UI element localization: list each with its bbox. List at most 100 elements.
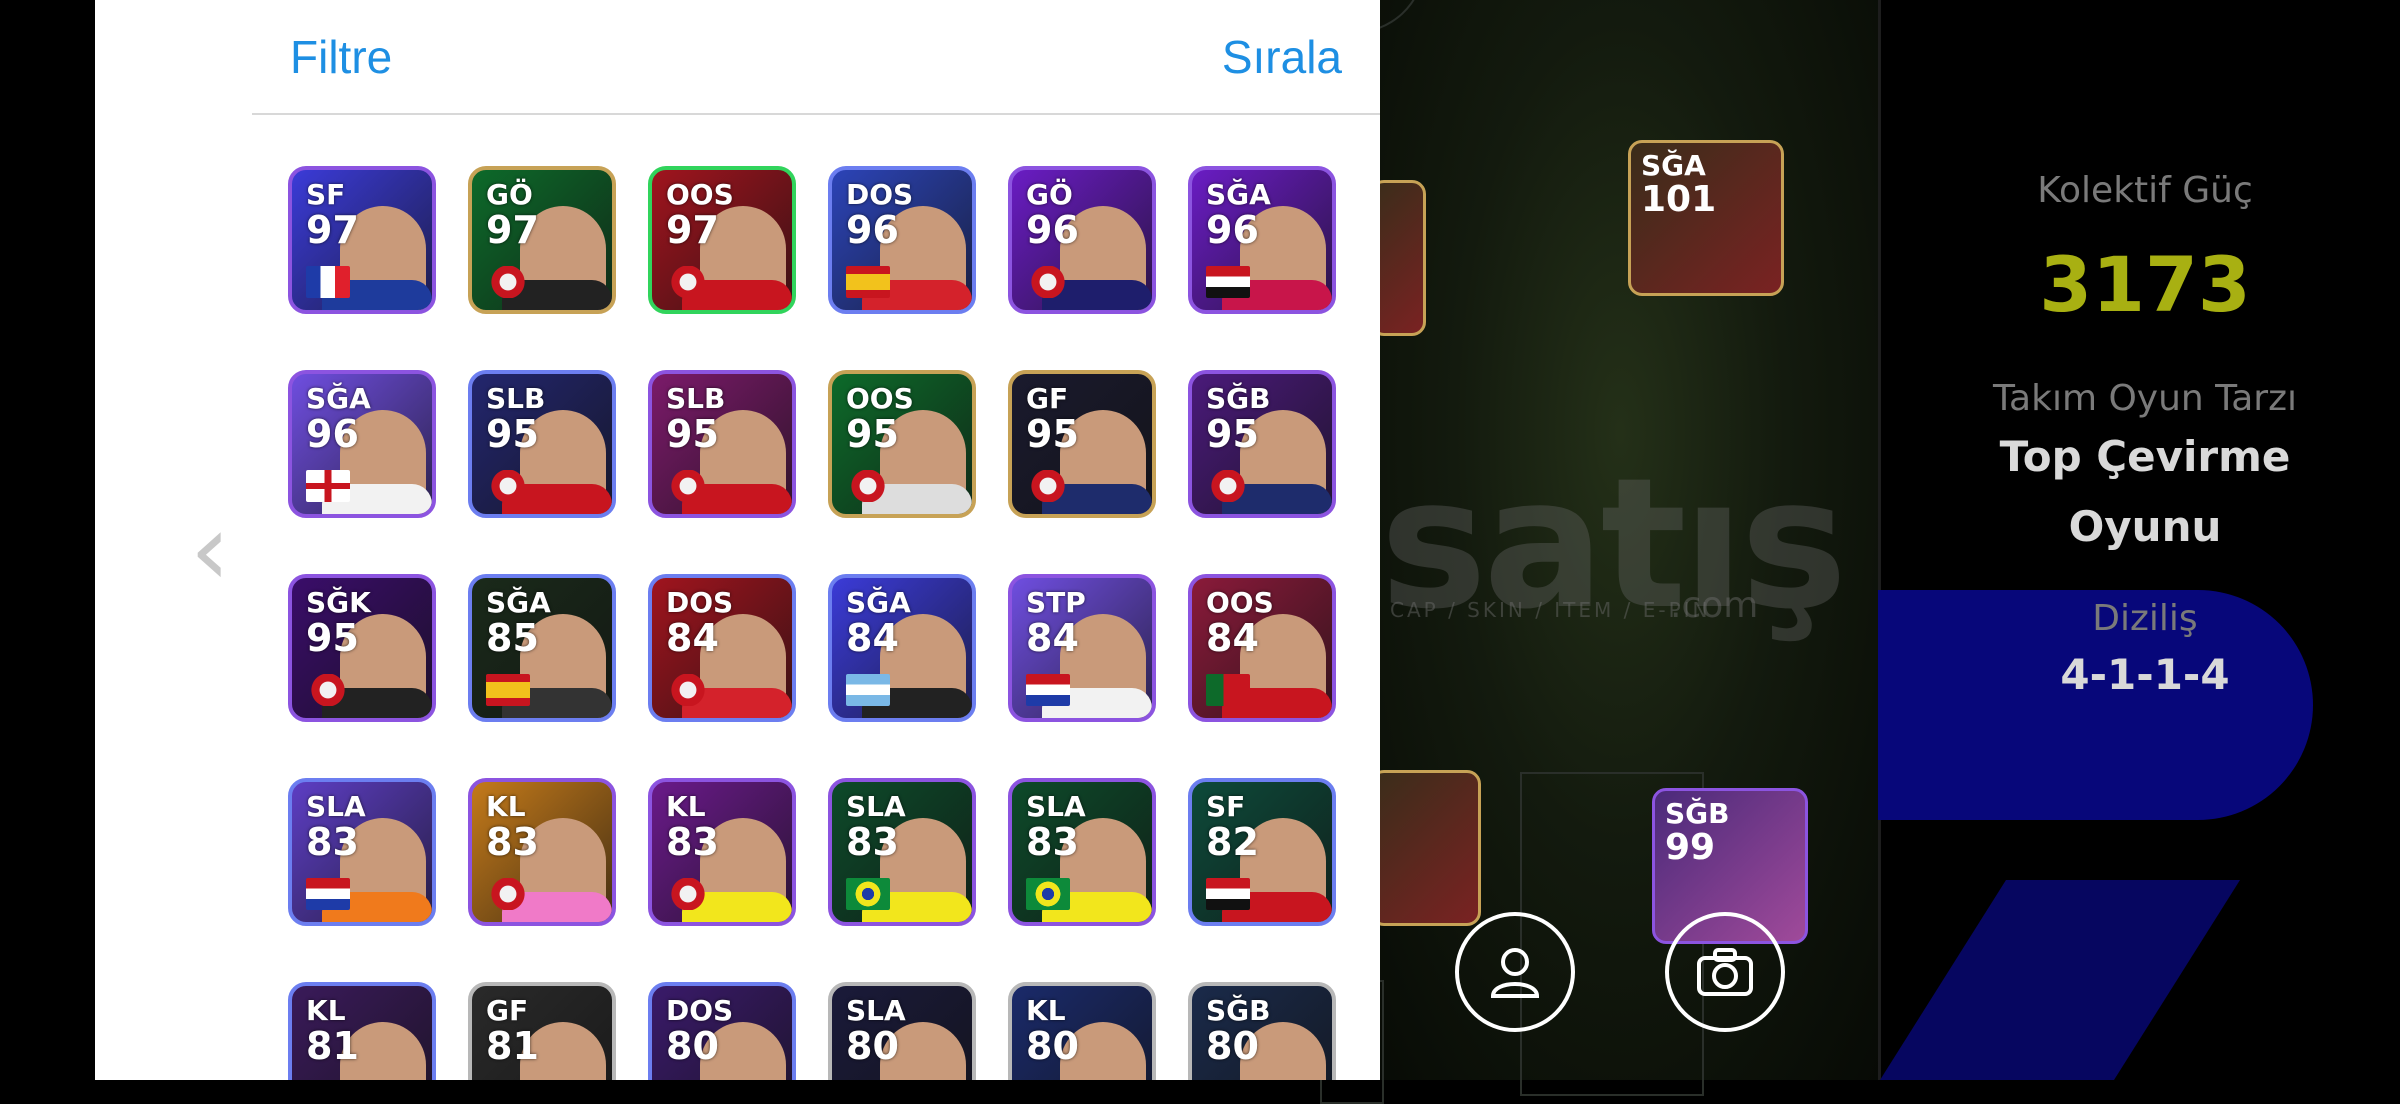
player-rating: 80 <box>1206 1024 1259 1068</box>
camera-button[interactable] <box>1665 912 1785 1032</box>
style-label: Takım Oyun Tarzı <box>1993 378 2297 419</box>
player-card[interactable]: KL 83 <box>468 778 616 926</box>
player-position: KL <box>1026 994 1066 1027</box>
player-card[interactable]: SLB 95 <box>468 370 616 518</box>
camera-icon <box>1697 948 1753 996</box>
player-position: GÖ <box>486 178 533 211</box>
player-card[interactable]: SĞA 85 <box>468 574 616 722</box>
player-card[interactable]: SLA 80 <box>828 982 976 1080</box>
country-flag-icon <box>1206 674 1250 706</box>
player-rating: 95 <box>1026 412 1079 456</box>
player-position: KL <box>486 790 526 823</box>
player-card[interactable]: DOS 80 <box>648 982 796 1080</box>
player-card[interactable]: GF 95 <box>1008 370 1156 518</box>
player-selection-sheet: Filtre Sırala SF 97 GÖ 97 OOS 97 DOS 96 GÖ 96 SĞA 9… <box>252 0 1380 1080</box>
player-card[interactable]: SĞB 95 <box>1188 370 1336 518</box>
player-card[interactable]: KL 83 <box>648 778 796 926</box>
profile-button[interactable] <box>1455 912 1575 1032</box>
player-card[interactable]: GF 81 <box>468 982 616 1080</box>
player-card[interactable]: SĞA 96 <box>1188 166 1336 314</box>
power-value: 3173 <box>2039 240 2251 329</box>
pitch-player-card[interactable]: SĞA 101 <box>1628 140 1784 296</box>
player-rating: 80 <box>666 1024 719 1068</box>
player-position: KL <box>306 994 346 1027</box>
player-position: SĞA <box>486 586 551 619</box>
player-card[interactable]: SF 97 <box>288 166 436 314</box>
country-flag-icon <box>486 674 530 706</box>
player-position: STP <box>1026 586 1086 619</box>
player-position: KL <box>666 790 706 823</box>
club-crest-icon <box>486 266 530 298</box>
country-flag-icon <box>1206 266 1250 298</box>
filter-button[interactable]: Filtre <box>290 30 392 84</box>
player-position: SLA <box>846 790 906 823</box>
country-flag-icon <box>306 266 350 298</box>
player-card[interactable]: KL 80 <box>1008 982 1156 1080</box>
player-position: DOS <box>666 586 734 619</box>
player-rating: 81 <box>306 1024 359 1068</box>
player-rating: 96 <box>846 208 899 252</box>
player-card[interactable]: GÖ 96 <box>1008 166 1156 314</box>
person-icon <box>1490 948 1540 998</box>
player-position: SF <box>1206 790 1246 823</box>
club-crest-icon <box>666 266 710 298</box>
player-position: SĞA <box>306 382 371 415</box>
watermark-subtitle: CAP / SKIN / ITEM / E-PIN <box>1390 598 1711 622</box>
country-flag-icon <box>306 878 350 910</box>
player-card[interactable]: SĞB 80 <box>1188 982 1336 1080</box>
player-rating: 97 <box>666 208 719 252</box>
sort-button[interactable]: Sırala <box>1222 30 1342 84</box>
player-position: SĞB <box>1206 382 1271 415</box>
player-card[interactable]: SLA 83 <box>1008 778 1156 926</box>
country-flag-icon <box>306 470 350 502</box>
player-rating: 83 <box>666 820 719 864</box>
player-card[interactable]: SĞA 96 <box>288 370 436 518</box>
player-rating: 80 <box>1026 1024 1079 1068</box>
player-card[interactable]: OOS 84 <box>1188 574 1336 722</box>
player-card[interactable]: SLA 83 <box>288 778 436 926</box>
player-position: SLA <box>306 790 366 823</box>
player-rating: 81 <box>486 1024 539 1068</box>
player-card[interactable]: OOS 97 <box>648 166 796 314</box>
player-position: SĞB <box>1206 994 1271 1027</box>
player-rating: 83 <box>306 820 359 864</box>
player-card[interactable]: GÖ 97 <box>468 166 616 314</box>
player-rating: 97 <box>306 208 359 252</box>
watermark-domain: .com <box>1670 585 1759 626</box>
player-card[interactable]: SĞK 95 <box>288 574 436 722</box>
player-position: SĞA <box>846 586 911 619</box>
player-position: DOS <box>846 178 914 211</box>
formation-label: Diziliş <box>2092 598 2198 639</box>
player-card[interactable]: SĞA 84 <box>828 574 976 722</box>
player-card[interactable]: OOS 95 <box>828 370 976 518</box>
player-card[interactable]: DOS 96 <box>828 166 976 314</box>
player-rating: 84 <box>1206 616 1259 660</box>
player-rating: 97 <box>486 208 539 252</box>
player-position: SLB <box>666 382 726 415</box>
player-rating: 95 <box>1206 412 1259 456</box>
player-position: SLA <box>846 994 906 1027</box>
chevron-left-icon[interactable]: ‹ <box>190 500 230 600</box>
player-card[interactable]: SLA 83 <box>828 778 976 926</box>
player-card[interactable]: KL 81 <box>288 982 436 1080</box>
player-position: GF <box>486 994 529 1027</box>
player-rating: 82 <box>1206 820 1259 864</box>
club-crest-icon <box>486 470 530 502</box>
formation-value: 4-1-1-4 <box>2060 650 2230 699</box>
player-card[interactable]: SF 82 <box>1188 778 1336 926</box>
player-rating: 95 <box>486 412 539 456</box>
player-card[interactable]: STP 84 <box>1008 574 1156 722</box>
player-position: SĞK <box>306 586 371 619</box>
club-crest-icon <box>1206 470 1250 502</box>
pitch-card-rating: 101 <box>1641 179 1717 220</box>
player-position: SF <box>306 178 346 211</box>
player-position: DOS <box>666 994 734 1027</box>
player-position: SĞA <box>1206 178 1271 211</box>
player-rating: 80 <box>846 1024 899 1068</box>
player-card[interactable]: DOS 84 <box>648 574 796 722</box>
pitch-card-rating: 99 <box>1665 827 1716 868</box>
pitch-player-card[interactable] <box>1370 770 1481 926</box>
player-position: SLB <box>486 382 546 415</box>
player-card[interactable]: SLB 95 <box>648 370 796 518</box>
club-crest-icon <box>666 674 710 706</box>
